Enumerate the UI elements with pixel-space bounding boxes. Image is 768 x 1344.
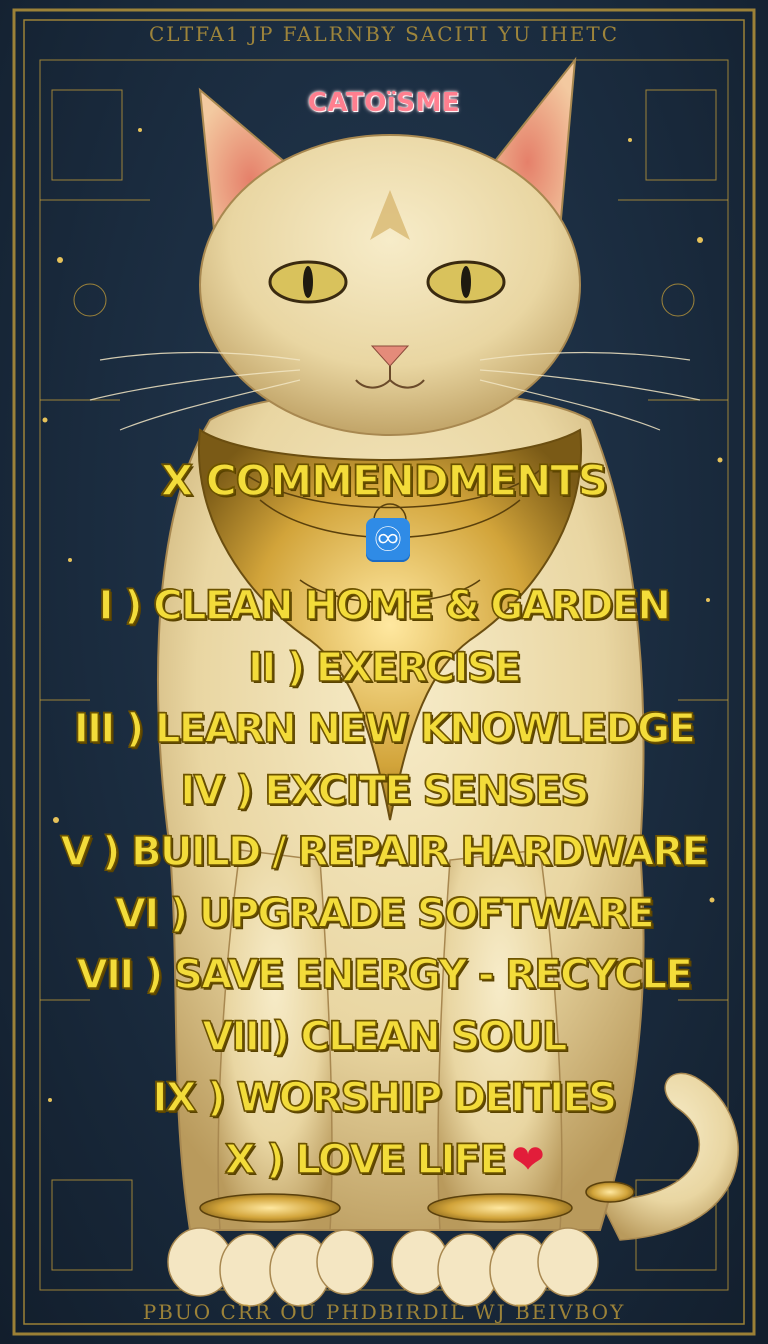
commandments-list: I ) CLEAN HOME & GARDEN II ) EXERCISE II… — [0, 576, 768, 1191]
heart-icon: ❤ — [511, 1136, 545, 1183]
infinity-glyph: ♾ — [372, 520, 404, 560]
commandment-10: X ) LOVE LIFE — [224, 1136, 508, 1184]
commandment-7: VII ) SAVE ENERGY - RECYCLE — [76, 951, 694, 998]
commandment-8: VIII) CLEAN SOUL — [201, 1013, 568, 1060]
commandment-4: IV ) EXCITE SENSES — [180, 767, 590, 814]
commandment-9: IX ) WORSHIP DEITIES — [152, 1074, 618, 1121]
commandment-10-row: X ) LOVE LIFE ❤ — [0, 1130, 768, 1192]
infinity-icon: ♾ — [366, 518, 410, 562]
decorative-top-inscription: CLTFA1 JP FALRNBY SACITI YU IHETC — [148, 22, 620, 46]
poster: CLTFA1 JP FALRNBY SACITI YU IHETC PBUO C… — [0, 0, 768, 1344]
commandment-5: V ) BUILD / REPAIR HARDWARE — [60, 828, 710, 875]
commandments-heading: X COMMENDMENTS — [160, 455, 609, 506]
paws — [167, 1227, 599, 1307]
brand-title: CATOïSME — [307, 88, 461, 118]
commandment-1: I ) CLEAN HOME & GARDEN — [98, 582, 672, 629]
commandment-2: II ) EXERCISE — [247, 644, 522, 691]
commandment-3: III ) LEARN NEW KNOWLEDGE — [73, 705, 696, 752]
commandment-6: VI ) UPGRADE SOFTWARE — [114, 890, 655, 937]
decorative-bottom-inscription: PBUO CRR OU PHDBIRDIL WJ BEIVBOY — [142, 1300, 626, 1324]
